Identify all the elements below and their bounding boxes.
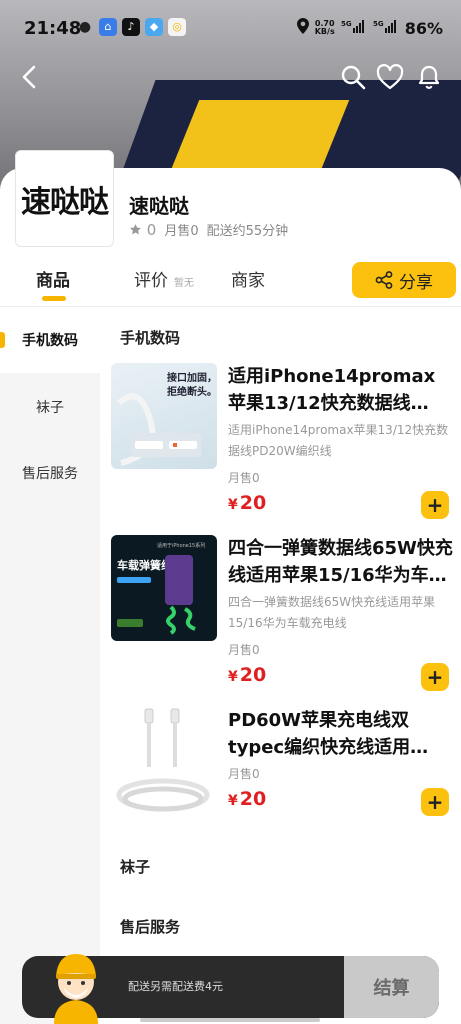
product-image-text: 车载弹簧线	[117, 558, 172, 572]
svg-text:5G: 5G	[373, 20, 384, 28]
checkout-button[interactable]: 结算	[344, 956, 439, 1018]
product-desc: 四合一弹簧数据线65W快充线适用苹果15/16华为车载充电线	[228, 595, 436, 630]
product-item[interactable]: 车载弹簧线 适用于iPhone15系列 四合一弹簧数据线65W快充线适用苹果15…	[111, 535, 461, 695]
sidebar-item-after-sales[interactable]: 售后服务	[0, 440, 100, 506]
sidebar-item-label: 手机数码	[22, 333, 78, 349]
plus-icon: +	[426, 665, 444, 689]
back-icon[interactable]	[14, 62, 44, 92]
location-icon	[296, 18, 309, 38]
signal-5g-icon-2: 5G	[373, 19, 399, 37]
monthly-sales: 月售0	[164, 224, 199, 239]
sidebar-item-label: 袜子	[36, 400, 64, 416]
plus-icon: +	[426, 790, 444, 814]
product-image-typec-cable[interactable]	[111, 707, 217, 813]
delivery-fee-note: 配送另需配送费4元	[128, 980, 223, 993]
product-item[interactable]: PD60W苹果充电线双typec编织快充线适用iPhone15 月售0 ¥20 …	[111, 707, 461, 867]
product-name[interactable]: 四合一弹簧数据线65W快充线适用苹果15/16华为车载充电线	[228, 535, 453, 589]
price-value: 20	[239, 664, 267, 686]
active-tab-indicator	[42, 296, 66, 301]
product-image-spring-cable[interactable]: 车载弹簧线 适用于iPhone15系列	[111, 535, 217, 641]
status-bar: 21:48 ● ⌂ ♪ ◆ ◎ 0.70 KB/s 5G 5G 86%	[0, 0, 461, 56]
svg-text:接口加固，: 接口加固，	[167, 371, 217, 384]
tab-reviews[interactable]: 评价 暂无	[134, 266, 194, 291]
add-to-cart-button[interactable]: +	[421, 491, 449, 519]
category-title-phone: 手机数码	[120, 329, 181, 347]
product-price: ¥20	[228, 788, 266, 810]
price-value: 20	[239, 492, 267, 514]
product-item[interactable]: 接口加固， 拒绝断头。 适用iPhone14promax苹果13/12快充数据线…	[111, 363, 461, 523]
share-label: 分享	[399, 272, 433, 293]
sidebar-item-socks[interactable]: 袜子	[0, 374, 100, 440]
tab-merchant[interactable]: 商家	[231, 266, 265, 291]
tab-reviews-sub: 暂无	[174, 278, 194, 289]
price-currency: ¥	[228, 669, 238, 685]
search-icon[interactable]	[338, 62, 368, 92]
delivery-time: 配送约55分钟	[206, 224, 289, 239]
add-to-cart-button[interactable]: +	[421, 788, 449, 816]
add-to-cart-button[interactable]: +	[421, 663, 449, 691]
shop-name: 速哒哒	[129, 194, 189, 218]
svg-text:适用于iPhone15系列: 适用于iPhone15系列	[157, 542, 205, 549]
signal-5g-icon: 5G	[341, 19, 367, 37]
sidebar-item-label: 售后服务	[22, 466, 78, 482]
product-sold: 月售0	[228, 767, 260, 781]
wechat-icon: ●	[78, 19, 92, 35]
home-indicator	[140, 1018, 320, 1022]
category-title-socks: 袜子	[120, 858, 151, 876]
price-currency: ¥	[228, 497, 238, 513]
tab-goods[interactable]: 商品	[36, 266, 70, 291]
notification-bell-icon[interactable]	[414, 62, 444, 92]
browser-icon: ◎	[168, 18, 186, 36]
battery-level: 86%	[404, 18, 443, 38]
shop-meta: 0 月售0 配送约55分钟	[129, 220, 288, 239]
product-name[interactable]: 适用iPhone14promax苹果13/12快充数据线PD20W编织线	[228, 363, 453, 417]
product-image-text: 适用于iPhone15系列	[157, 542, 205, 549]
price-value: 20	[239, 788, 267, 810]
product-image-text: 拒绝断头。	[167, 385, 217, 398]
sidebar-item-phone-digital[interactable]: 手机数码	[0, 307, 100, 373]
status-time: 21:48	[24, 18, 82, 39]
product-desc: 适用iPhone14promax苹果13/12快充数据线PD20W编织线	[228, 423, 449, 458]
price-currency: ¥	[228, 793, 238, 809]
courier-mascot-icon[interactable]	[48, 944, 104, 1024]
tiktok-icon: ♪	[122, 18, 140, 36]
product-image-text: 接口加固，	[167, 371, 217, 384]
product-price: ¥20	[228, 664, 266, 686]
speed-unit: KB/s	[314, 27, 335, 36]
status-right: 0.70 KB/s 5G 5G 86%	[296, 18, 443, 38]
svg-text:5G: 5G	[341, 20, 352, 28]
product-image-cable-white[interactable]: 接口加固， 拒绝断头。	[111, 363, 217, 469]
home-app-icon: ⌂	[99, 18, 117, 36]
product-sold: 月售0	[228, 643, 260, 657]
app-icon: ◆	[145, 18, 163, 36]
star-icon	[130, 223, 141, 234]
share-button[interactable]: 分享	[352, 262, 456, 298]
shop-rating: 0	[129, 221, 156, 239]
favorite-heart-icon[interactable]	[375, 62, 405, 92]
rating-value: 0	[146, 220, 157, 239]
svg-text:车载弹簧线: 车载弹簧线	[117, 558, 172, 572]
category-sidebar: 手机数码 袜子 售后服务	[0, 307, 100, 1024]
share-icon	[375, 271, 393, 289]
network-speed: 0.70 KB/s	[315, 20, 335, 36]
product-price: ¥20	[228, 492, 266, 514]
tab-reviews-label: 评价	[134, 271, 168, 291]
product-name[interactable]: PD60W苹果充电线双typec编织快充线适用iPhone15	[228, 707, 453, 761]
product-sold: 月售0	[228, 471, 260, 485]
plus-icon: +	[426, 493, 444, 517]
status-app-icons: ● ⌂ ♪ ◆ ◎	[76, 18, 186, 36]
category-title-after-sales: 售后服务	[120, 918, 181, 936]
shop-logo: 速哒哒	[15, 150, 114, 247]
svg-text:拒绝断头。: 拒绝断头。	[167, 385, 217, 398]
